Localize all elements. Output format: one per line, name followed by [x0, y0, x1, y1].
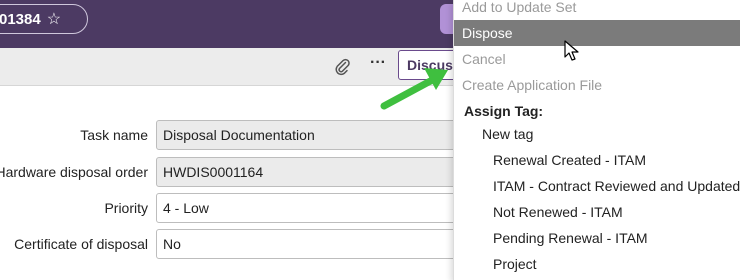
- menu-item-dispose[interactable]: Dispose: [454, 20, 740, 46]
- menu-item-tag[interactable]: Not Renewed - ITAM: [454, 199, 740, 225]
- hardware-disposal-order-field[interactable]: HWDIS0001164: [156, 157, 466, 187]
- menu-item-new-tag[interactable]: New tag: [454, 121, 740, 147]
- menu-item-tag[interactable]: Pending Renewal - ITAM: [454, 225, 740, 251]
- task-name-field[interactable]: Disposal Documentation: [156, 120, 466, 150]
- menu-item-add-to-update-set[interactable]: Add to Update Set: [454, 0, 740, 20]
- menu-item-tag[interactable]: Project: [454, 251, 740, 277]
- priority-select[interactable]: 4 - Low: [156, 193, 466, 223]
- field-label: Priority: [104, 200, 148, 216]
- field-label: Task name: [80, 127, 148, 143]
- context-menu: Add to Update Set Dispose Cancel Create …: [453, 0, 740, 280]
- mouse-cursor-icon: [564, 40, 579, 61]
- form-row-certificate-of-disposal: Certificate of disposal No: [0, 229, 466, 259]
- menu-item-cancel[interactable]: Cancel: [454, 46, 740, 72]
- field-label: Hardware disposal order: [0, 164, 148, 180]
- form-row-hardware-disposal-order: Hardware disposal order HWDIS0001164: [0, 157, 466, 187]
- paperclip-icon[interactable]: [332, 56, 352, 76]
- certificate-of-disposal-select[interactable]: No: [156, 229, 466, 259]
- record-number: 01384: [0, 10, 41, 28]
- annotation-arrow-icon: [380, 68, 448, 110]
- star-icon[interactable]: ☆: [47, 9, 61, 29]
- menu-item-tag[interactable]: Renewal Created - ITAM: [454, 147, 740, 173]
- record-number-pill[interactable]: 01384 ☆: [0, 4, 88, 34]
- field-label: Certificate of disposal: [14, 236, 148, 252]
- form-row-priority: Priority 4 - Low: [0, 193, 466, 223]
- menu-item-create-application-file[interactable]: Create Application File: [454, 72, 740, 98]
- form-row-task-name: Task name Disposal Documentation: [0, 120, 466, 150]
- menu-item-tag[interactable]: ITAM - Contract Reviewed and Updated: [454, 173, 740, 199]
